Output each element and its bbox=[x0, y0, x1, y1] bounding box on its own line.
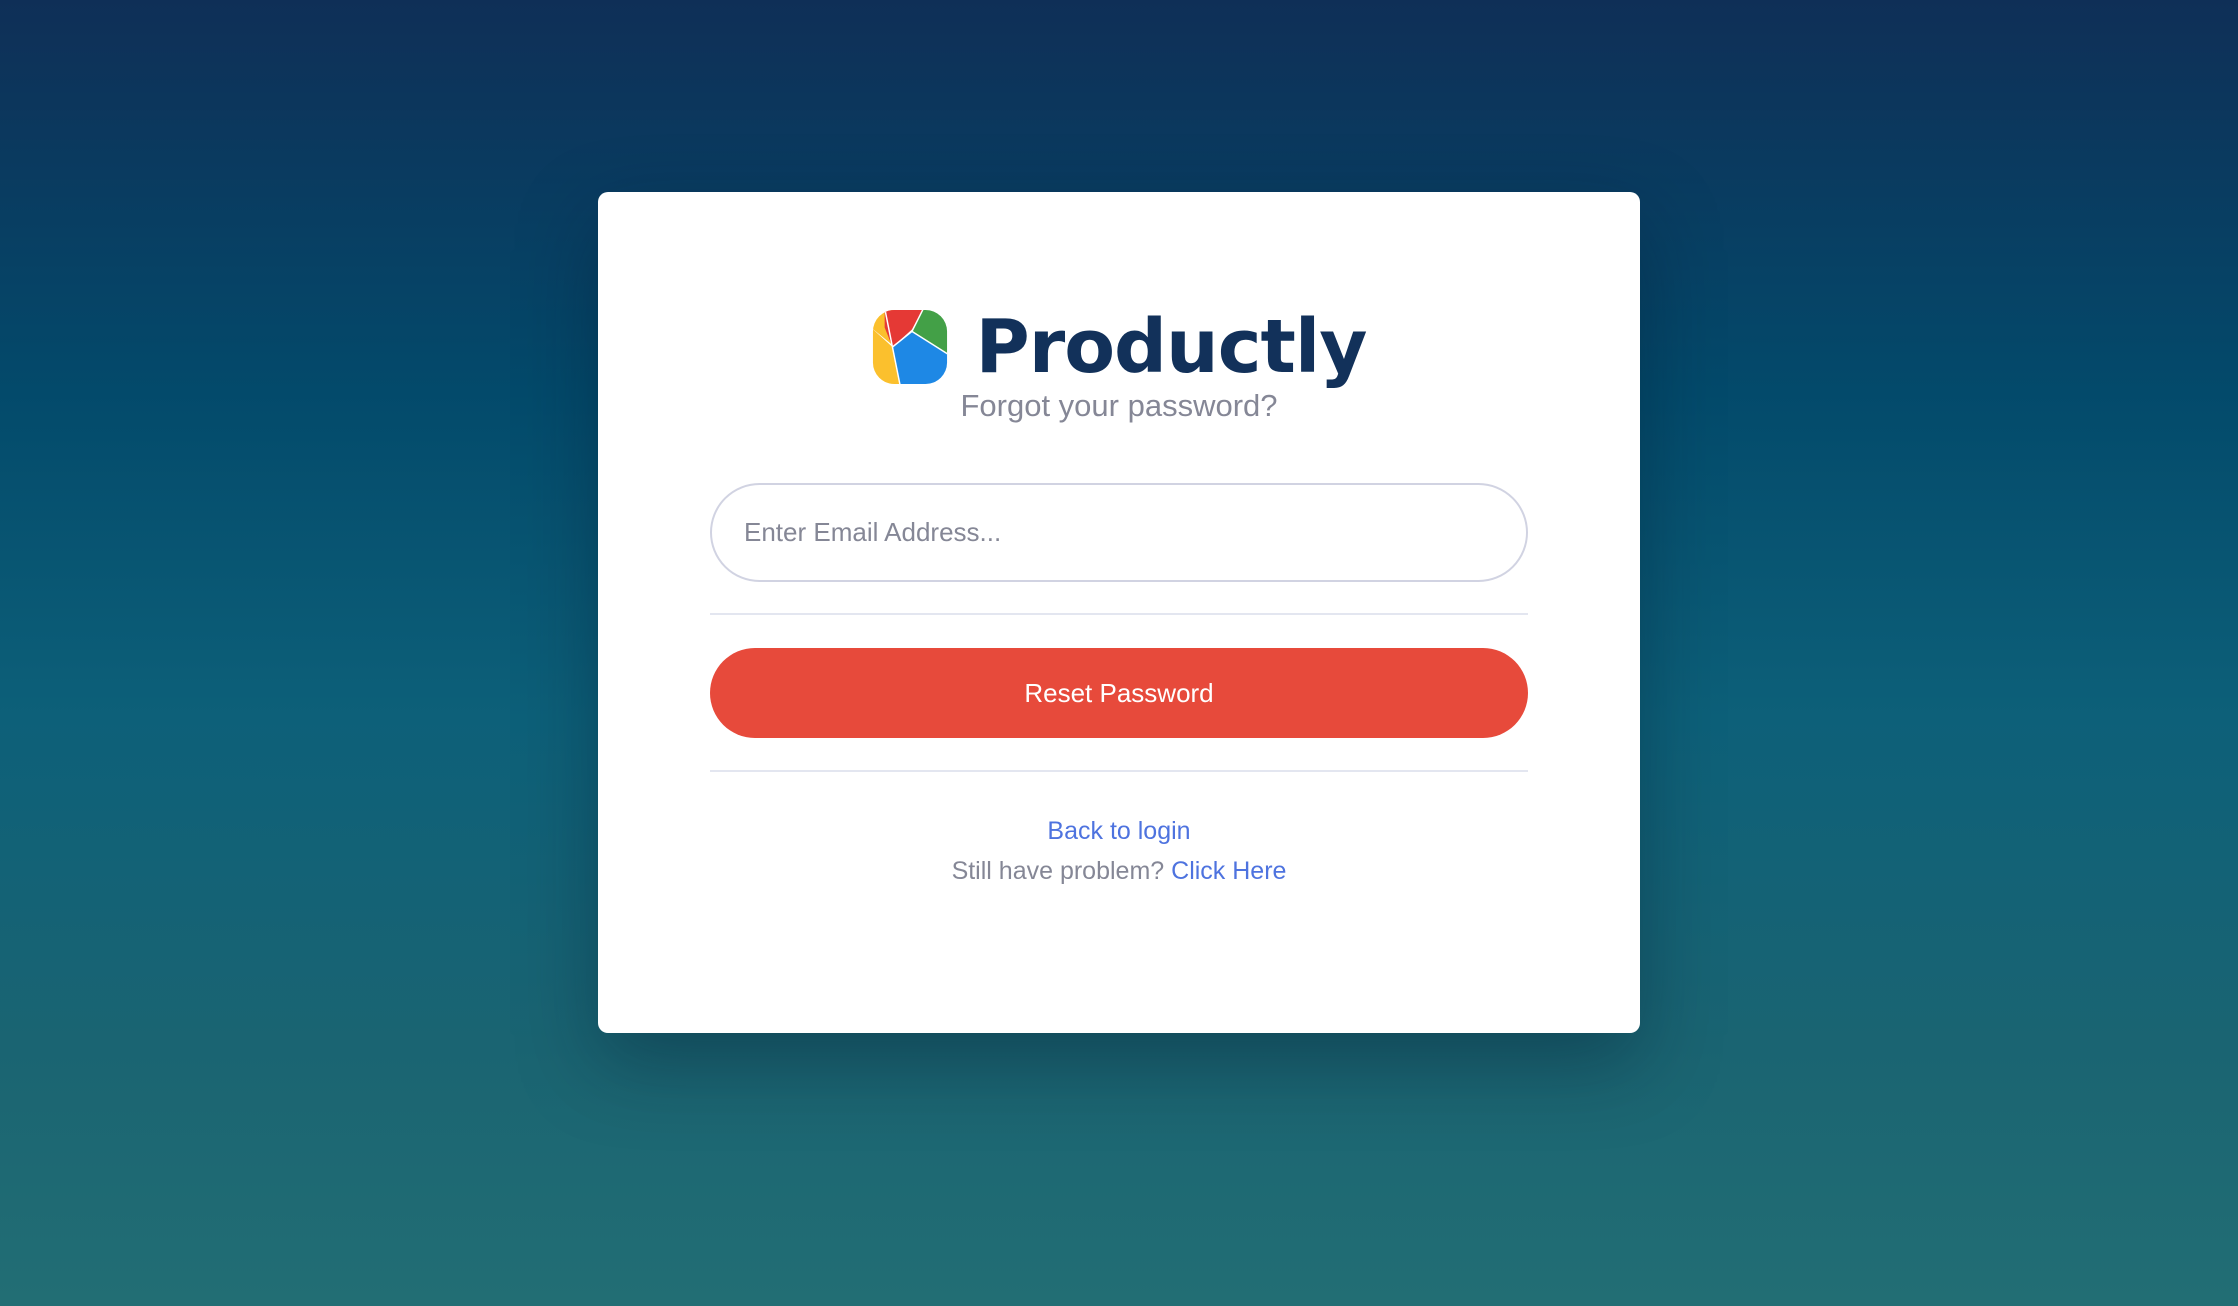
reset-password-button[interactable]: Reset Password bbox=[710, 648, 1528, 738]
productly-logo-icon bbox=[873, 309, 948, 385]
email-field[interactable] bbox=[710, 483, 1528, 582]
back-to-login-link[interactable]: Back to login bbox=[1047, 817, 1190, 845]
divider bbox=[710, 613, 1528, 615]
help-prefix-text: Still have problem? bbox=[951, 857, 1165, 885]
brand-header: Productly bbox=[598, 302, 1640, 392]
brand-name: Productly bbox=[975, 304, 1367, 390]
help-click-here-link[interactable]: Click Here bbox=[1171, 857, 1286, 885]
footer-links: Back to login Still have problem? Click … bbox=[598, 811, 1640, 891]
divider bbox=[710, 770, 1528, 772]
page-subtitle: Forgot your password? bbox=[960, 388, 1278, 423]
forgot-password-card: Productly Forgot your password? Reset Pa… bbox=[598, 192, 1640, 1033]
